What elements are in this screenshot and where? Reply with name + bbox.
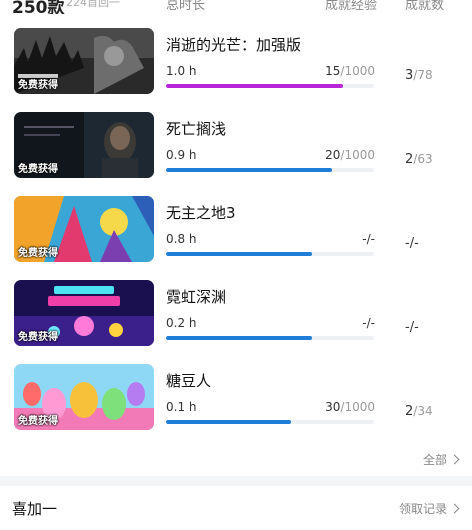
achievement-count-total: /34 [413, 404, 433, 418]
playtime: 0.8 h [166, 232, 197, 246]
playtime-bar-fill [166, 168, 333, 172]
achievement-count-done: -/- [405, 236, 419, 251]
playtime-bar-fill [166, 84, 343, 88]
claim-history-link[interactable]: 领取记录 [398, 500, 460, 517]
playtime-bar-fill [166, 252, 312, 256]
playtime: 0.9 h [166, 148, 197, 162]
achievement-exp: 20/1000 [325, 148, 375, 162]
game-title: 无主之地3 [166, 204, 236, 222]
game-row[interactable]: 免费获得 霓虹深渊 0.2 h -/- -/- [0, 280, 472, 362]
playtime: 1.0 h [166, 64, 197, 78]
section-title: 喜加一 [12, 500, 58, 518]
game-title: 霓虹深渊 [166, 288, 227, 306]
achievement-count: -/- [405, 236, 419, 251]
see-all-link[interactable]: 全部 [422, 448, 460, 470]
game-thumbnail: 免费获得 [14, 28, 154, 94]
column-header-achievement-exp: 成就经验 [325, 0, 378, 13]
game-count-sub: 224首回一 [66, 0, 120, 9]
achievement-exp-done: 30 [325, 400, 341, 414]
free-tag: 免费获得 [18, 416, 58, 427]
achievement-exp-total: /1000 [340, 148, 375, 162]
achievement-exp-total: /1000 [340, 64, 375, 78]
achievement-exp-total: /1000 [340, 400, 375, 414]
achievement-exp: 15/1000 [325, 64, 375, 78]
game-row[interactable]: 免费获得 无主之地3 0.8 h -/- -/- [0, 196, 472, 278]
section-divider [0, 476, 472, 486]
playtime: 0.1 h [166, 400, 197, 414]
claim-history-label: 领取记录 [398, 502, 447, 516]
achievement-exp-done: -/- [362, 316, 375, 330]
chevron-right-icon [449, 454, 460, 464]
free-tag: 免费获得 [18, 164, 58, 175]
achievement-count: 2/63 [405, 152, 433, 167]
playtime-bar [166, 336, 374, 340]
achievement-exp: -/- [362, 316, 375, 330]
free-tag: 免费获得 [18, 248, 58, 259]
playtime-bar-fill [166, 420, 291, 424]
playtime-bar [166, 252, 374, 256]
game-row[interactable]: 免费获得 糖豆人 0.1 h 30/1000 2/34 [0, 364, 472, 446]
achievement-exp-done: 15 [325, 64, 341, 78]
game-thumbnail: 免费获得 [14, 364, 154, 430]
playtime-bar [166, 84, 374, 88]
playtime-bar-fill [166, 336, 312, 340]
achievement-count: -/- [405, 320, 419, 335]
achievement-count-done: -/- [405, 320, 419, 335]
game-title: 消逝的光芒：加强版 [166, 36, 302, 54]
game-title: 死亡搁浅 [166, 120, 227, 138]
achievement-exp: 30/1000 [325, 400, 375, 414]
column-header-achievement-count: 成就数 [405, 0, 445, 13]
free-tag: 免费获得 [18, 332, 58, 343]
playtime-bar [166, 168, 374, 172]
game-count: 250款 [12, 0, 65, 14]
free-games-section-header: 喜加一 领取记录 [0, 486, 472, 530]
column-header-playtime: 总时长 [166, 0, 206, 13]
chevron-right-icon [449, 503, 460, 514]
game-title: 糖豆人 [166, 372, 212, 390]
see-all-label: 全部 [422, 452, 447, 467]
game-row[interactable]: 免费获得 死亡搁浅 0.9 h 20/1000 2/63 [0, 112, 472, 194]
achievement-exp-done: 20 [325, 148, 341, 162]
game-thumbnail: 免费获得 [14, 280, 154, 346]
list-header: 250款 224首回一 总时长 成就经验 成就数 [0, 0, 472, 14]
free-tag: 免费获得 [18, 80, 58, 91]
achievement-exp: -/- [362, 232, 375, 246]
game-row[interactable]: 免费获得 消逝的光芒：加强版 1.0 h 15/1000 3/78 [0, 28, 472, 110]
playtime-bar [166, 420, 374, 424]
game-thumbnail: 免费获得 [14, 196, 154, 262]
achievement-exp-done: -/- [362, 232, 375, 246]
achievement-count: 3/78 [405, 68, 433, 83]
achievement-count-total: /78 [413, 68, 433, 82]
game-thumbnail: 免费获得 [14, 112, 154, 178]
achievement-count: 2/34 [405, 404, 433, 419]
achievement-count-total: /63 [413, 152, 433, 166]
playtime: 0.2 h [166, 316, 197, 330]
